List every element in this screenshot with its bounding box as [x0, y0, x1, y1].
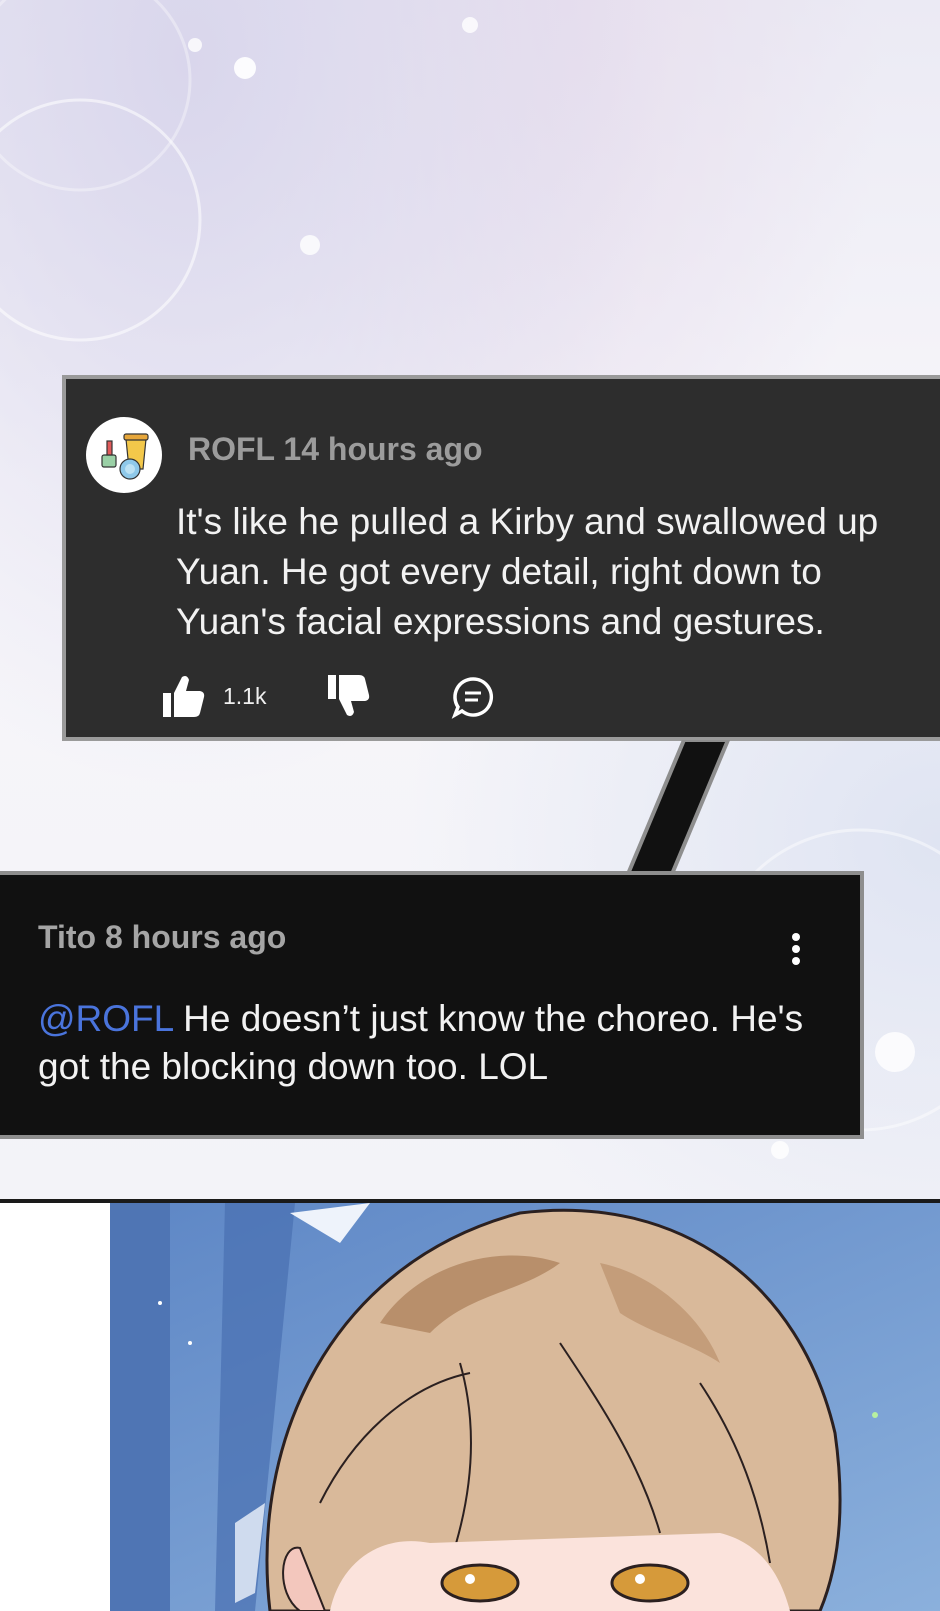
mention-link[interactable]: @ROFL [38, 998, 173, 1039]
user-avatar[interactable] [86, 417, 162, 493]
comment-text: It's like he pulled a Kirby and swallowe… [176, 501, 879, 642]
speech-connector [624, 740, 731, 876]
like-count: 1.1k [223, 683, 267, 709]
thumbs-up-icon [163, 676, 205, 717]
comic-panel-illustration [0, 1203, 940, 1611]
comment-time: 14 hours ago [283, 431, 483, 467]
dislike-button[interactable] [326, 673, 372, 719]
comment-author[interactable]: ROFL [188, 431, 275, 467]
comment-bubble-icon [451, 677, 494, 719]
comment-meta: Tito 8 hours ago [38, 919, 286, 956]
comment-meta: ROFL 14 hours ago [188, 431, 483, 468]
like-button[interactable] [161, 673, 207, 719]
boy-character-illustration [0, 1203, 940, 1611]
comment-author[interactable]: Tito [38, 919, 96, 955]
comment-text: @ROFL He doesn’t just know the choreo. H… [38, 995, 838, 1091]
comment-time: 8 hours ago [104, 919, 287, 955]
comment-card-tito: Tito 8 hours ago @ROFL He doesn’t just k… [0, 871, 864, 1139]
thumbs-down-icon [328, 675, 370, 716]
more-vertical-icon[interactable] [790, 933, 802, 973]
drinks-avatar-icon [101, 433, 149, 480]
reply-button[interactable] [451, 675, 495, 719]
comment-card-rofl: ROFL 14 hours ago It's like he pulled a … [62, 375, 940, 741]
